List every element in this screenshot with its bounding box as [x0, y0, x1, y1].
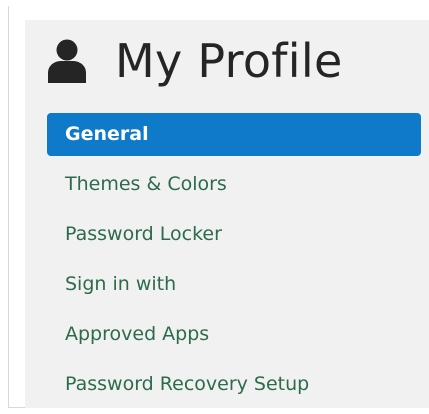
nav-item-approved-apps[interactable]: Approved Apps [47, 313, 421, 356]
user-icon [47, 39, 87, 83]
profile-window-frame: My Profile General Themes & Colors Passw… [8, 6, 429, 408]
profile-panel: My Profile General Themes & Colors Passw… [25, 20, 429, 408]
nav-item-password-recovery-setup[interactable]: Password Recovery Setup [47, 363, 421, 406]
nav-item-password-locker[interactable]: Password Locker [47, 213, 421, 256]
nav-item-sign-in-with[interactable]: Sign in with [47, 263, 421, 306]
profile-header: My Profile [47, 26, 343, 96]
page-title: My Profile [115, 34, 343, 88]
nav-item-general[interactable]: General [47, 113, 421, 156]
profile-nav-menu: General Themes & Colors Password Locker … [47, 113, 421, 413]
nav-item-themes-colors[interactable]: Themes & Colors [47, 163, 421, 206]
